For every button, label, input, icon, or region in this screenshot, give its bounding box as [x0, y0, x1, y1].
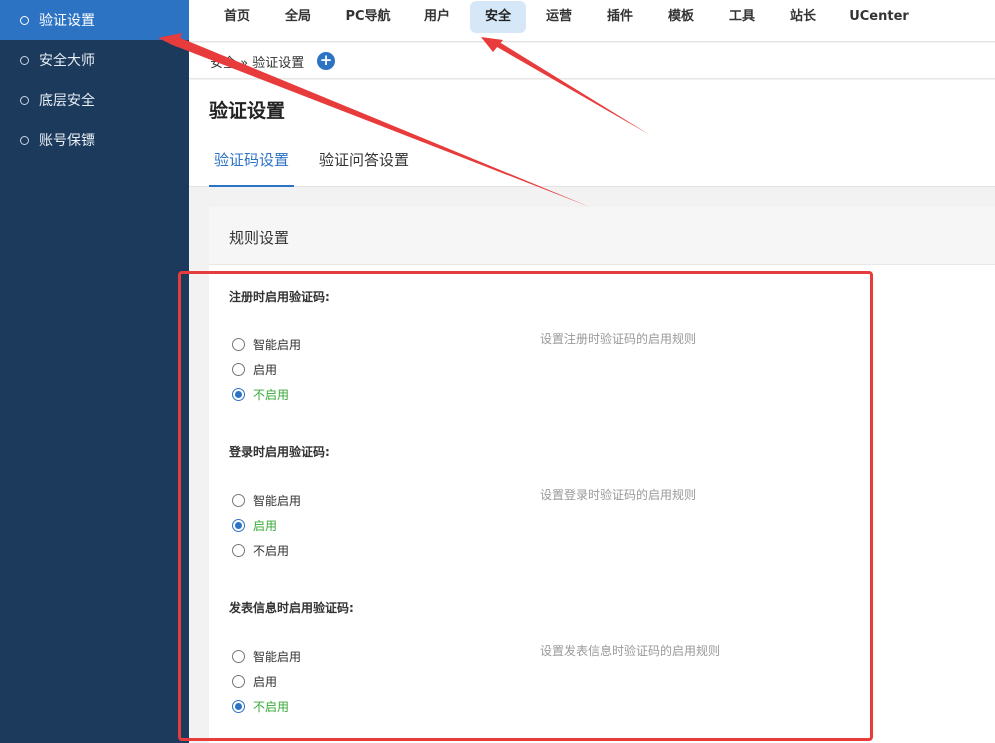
circle-bullet-icon	[20, 15, 29, 25]
page-header: 验证设置 验证码设置 验证问答设置	[189, 80, 995, 187]
sidebar-item-account-guard[interactable]: 账号保镖	[0, 120, 189, 160]
circle-bullet-icon	[20, 55, 29, 65]
nav-item-plugins[interactable]: 插件	[594, 1, 646, 33]
radio-checked-icon	[232, 699, 245, 713]
radio-register-smart[interactable]: 智能启用	[232, 335, 301, 353]
radio-post-enable[interactable]: 启用	[232, 672, 277, 690]
radio-circle-icon	[232, 337, 245, 351]
panel-header: 规则设置	[209, 207, 995, 265]
nav-item-tools[interactable]: 工具	[716, 1, 768, 33]
nav-item-security[interactable]: 安全	[470, 1, 526, 33]
sidebar-item-label: 验证设置	[39, 13, 95, 29]
panel-title: 规则设置	[229, 229, 290, 247]
sidebar-item-label: 账号保镖	[39, 133, 95, 149]
group-label-post: 发表信息时启用验证码:	[229, 601, 354, 615]
radio-register-disable[interactable]: 不启用	[232, 385, 289, 403]
radio-login-smart[interactable]: 智能启用	[232, 491, 301, 509]
nav-item-home[interactable]: 首页	[211, 1, 263, 33]
nav-item-templates[interactable]: 模板	[655, 1, 707, 33]
sidebar-item-security-master[interactable]: 安全大师	[0, 40, 189, 80]
radio-login-enable[interactable]: 启用	[232, 516, 277, 534]
nav-item-global[interactable]: 全局	[272, 1, 324, 33]
nav-item-ucenter[interactable]: UCenter	[840, 1, 918, 33]
radio-circle-icon	[232, 362, 245, 376]
sidebar-item-verify-settings[interactable]: 验证设置	[0, 0, 189, 40]
radio-circle-icon	[232, 543, 245, 557]
radio-login-disable[interactable]: 不启用	[232, 541, 289, 559]
sidebar-item-low-level-security[interactable]: 底层安全	[0, 80, 189, 120]
radio-circle-icon	[232, 674, 245, 688]
radio-checked-icon	[232, 518, 245, 532]
nav-item-webmaster[interactable]: 站长	[777, 1, 829, 33]
circle-bullet-icon	[20, 135, 29, 145]
nav-item-users[interactable]: 用户	[411, 1, 463, 33]
sidebar: 验证设置 安全大师 底层安全 账号保镖	[0, 0, 189, 743]
breadcrumb: 安全 » 验证设置	[210, 56, 305, 71]
tab-captcha-settings[interactable]: 验证码设置	[209, 141, 295, 187]
sidebar-item-label: 底层安全	[39, 93, 95, 109]
sidebar-item-label: 安全大师	[39, 53, 95, 69]
breadcrumb-bar: 安全 » 验证设置 +	[189, 43, 995, 79]
radio-post-disable[interactable]: 不启用	[232, 697, 289, 715]
page-title: 验证设置	[209, 100, 286, 122]
hint-register: 设置注册时验证码的启用规则	[540, 332, 697, 346]
radio-circle-icon	[232, 493, 245, 507]
radio-post-smart[interactable]: 智能启用	[232, 647, 301, 665]
circle-bullet-icon	[20, 95, 29, 105]
nav-item-operations[interactable]: 运营	[533, 1, 585, 33]
add-shortcut-button[interactable]: +	[317, 52, 335, 70]
hint-post: 设置发表信息时验证码的启用规则	[540, 644, 721, 658]
radio-register-enable[interactable]: 启用	[232, 360, 277, 378]
radio-checked-icon	[232, 387, 245, 401]
nav-item-pc-nav[interactable]: PC导航	[337, 1, 399, 33]
group-label-register: 注册时启用验证码:	[229, 290, 330, 304]
group-label-login: 登录时启用验证码:	[229, 445, 330, 459]
tab-qa-settings[interactable]: 验证问答设置	[314, 141, 414, 187]
radio-circle-icon	[232, 649, 245, 663]
hint-login: 设置登录时验证码的启用规则	[540, 488, 697, 502]
top-nav: 首页 全局 PC导航 用户 安全 运营 插件 模板 工具 站长 UCenter	[189, 0, 995, 42]
